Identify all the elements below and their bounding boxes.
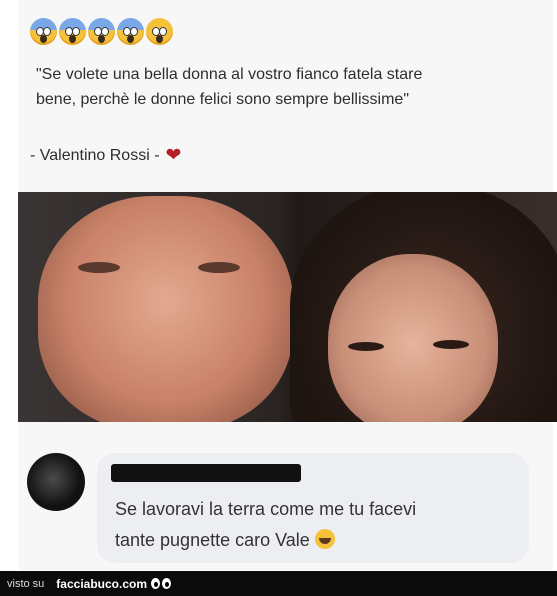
scream-emoji-icon — [30, 18, 57, 45]
flushed-emoji-icon — [146, 18, 173, 45]
heart-icon: ❤ — [165, 145, 182, 166]
quote-text: "Se volete una bella donna al vostro fia… — [36, 66, 423, 108]
scream-emoji-icon — [59, 18, 86, 45]
commenter-avatar[interactable] — [27, 453, 85, 511]
scream-emoji-icon — [88, 18, 115, 45]
emoji-row — [30, 18, 173, 48]
laughing-emoji-icon — [314, 529, 335, 549]
quote-author: - Valentino Rossi - ❤ — [30, 146, 181, 165]
redacted-commenter-name — [111, 464, 301, 482]
visto-su-label: visto su — [7, 577, 45, 590]
eyes-logo-icon — [151, 578, 171, 589]
site-name[interactable]: facciabuco.com — [56, 577, 147, 591]
man-face — [38, 196, 293, 422]
watermark-footer: visto su facciabuco.com — [0, 571, 557, 596]
comment-bubble: Se lavoravi la terra come me tu facevi t… — [97, 453, 529, 563]
woman-face — [328, 254, 498, 422]
post-photo[interactable] — [18, 192, 557, 422]
scream-emoji-icon — [117, 18, 144, 45]
comment-text: Se lavoravi la terra come me tu facevi t… — [115, 499, 417, 550]
author-name: - Valentino Rossi - — [30, 146, 160, 164]
